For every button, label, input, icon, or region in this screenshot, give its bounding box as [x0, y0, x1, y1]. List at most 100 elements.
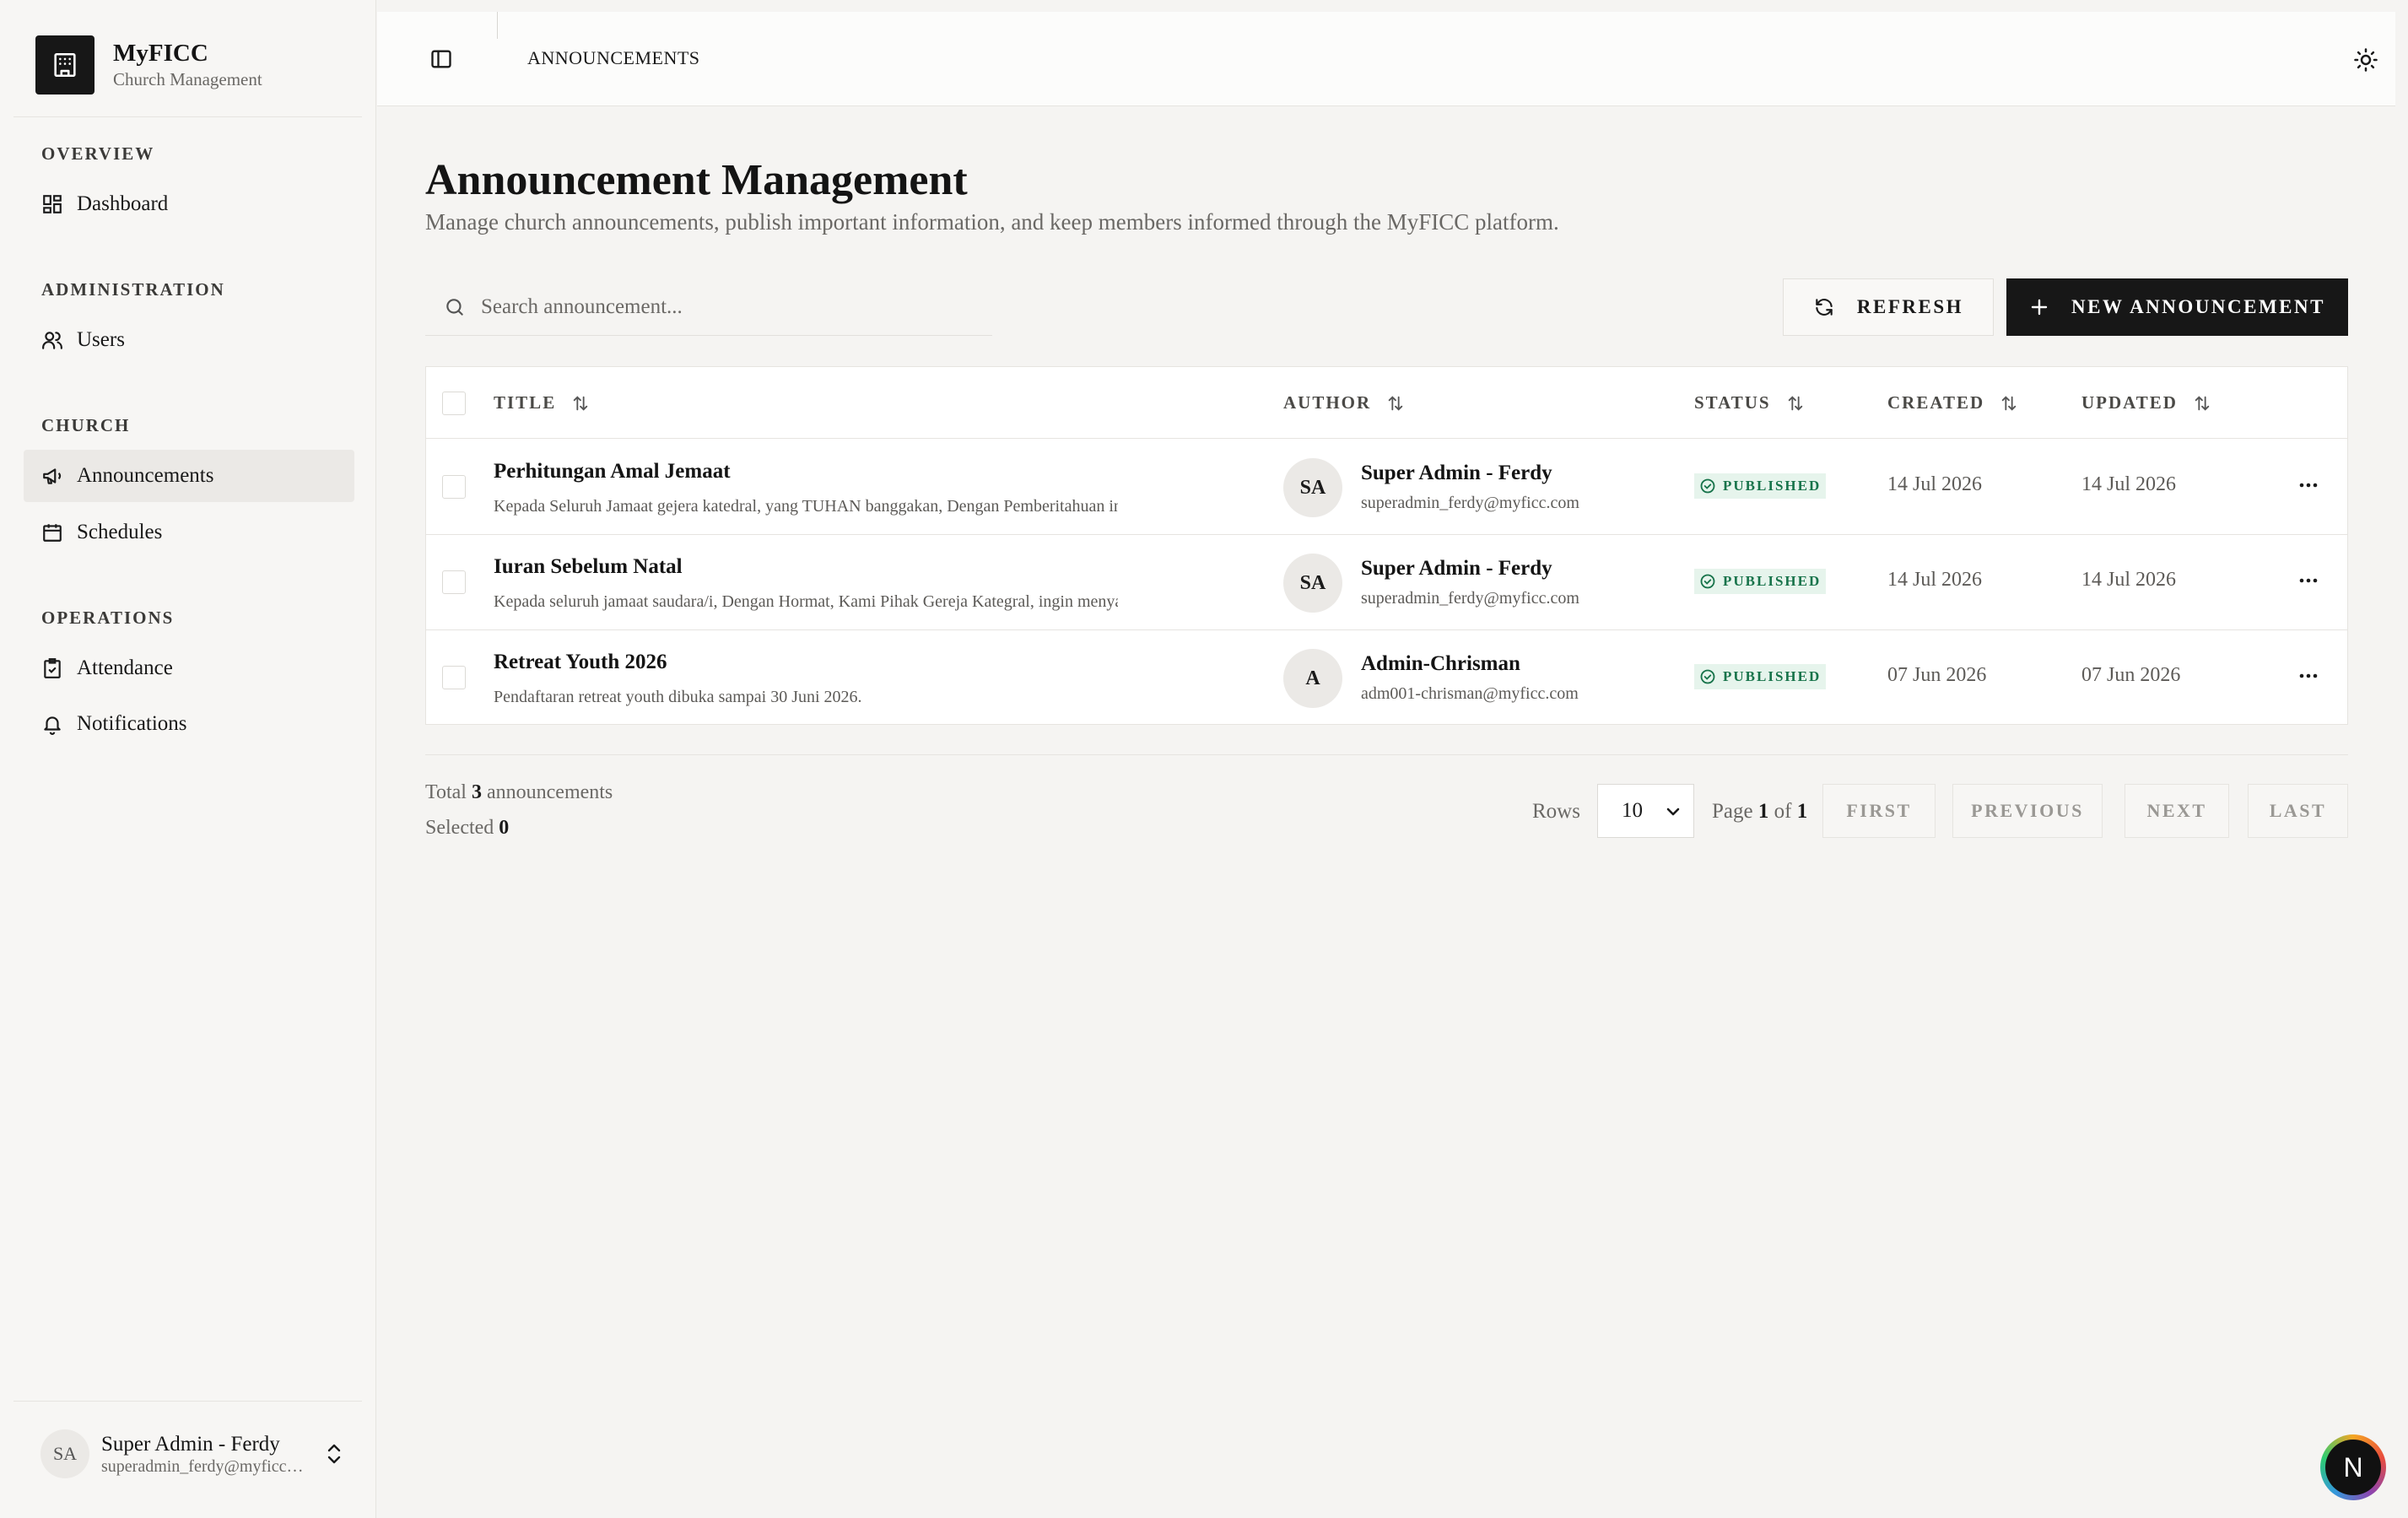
more-horizontal-icon [2299, 483, 2318, 488]
calendar-icon [43, 524, 62, 542]
announcement-description: Kepada Seluruh Jamaat gejera katedral, y… [494, 497, 1118, 516]
column-header-author[interactable]: AUTHOR [1283, 392, 1405, 413]
page-current: 1 [1757, 800, 1769, 823]
created-date: 07 Jun 2026 [1887, 664, 1987, 686]
section-label-overview: OVERVIEW [41, 143, 155, 164]
announcements-table: TITLE AUTHOR STATUS CREATED UPDATED Perh… [425, 366, 2348, 725]
next-page-button[interactable]: NEXT [2125, 784, 2229, 838]
theme-toggle-icon[interactable] [2353, 47, 2378, 73]
page-indicator: Page 1 of 1 [1712, 800, 1807, 824]
breadcrumb: ANNOUNCEMENTS [527, 47, 700, 68]
brand-subtitle: Church Management [113, 69, 262, 89]
author-email: superadmin_ferdy@myficc.com [1361, 589, 1579, 608]
column-header-status[interactable]: STATUS [1694, 392, 1805, 413]
divider [497, 12, 498, 39]
search-icon [446, 298, 463, 316]
sidebar-toggle-icon[interactable] [429, 47, 453, 71]
avatar: SA [1283, 458, 1342, 517]
selected-count: Selected 0 [425, 817, 509, 840]
chevron-down-icon [1666, 808, 1680, 816]
column-label: STATUS [1694, 392, 1771, 413]
total-suffix: announcements [486, 781, 613, 803]
sidebar-item-announcements[interactable]: Announcements [24, 450, 354, 502]
new-announcement-label: NEW ANNOUNCEMENT [2071, 296, 2325, 317]
page-subtitle: Manage church announcements, publish imp… [425, 209, 1559, 235]
updated-date: 07 Jun 2026 [2081, 664, 2181, 686]
search-input[interactable] [481, 294, 970, 319]
updated-date: 14 Jul 2026 [2081, 569, 2177, 591]
rows-per-page-value: 10 [1622, 799, 1643, 822]
refresh-button[interactable]: REFRESH [1783, 278, 1994, 336]
status-badge: PUBLISHED [1694, 664, 1827, 689]
column-label: CREATED [1887, 392, 1985, 413]
building-icon [35, 35, 94, 95]
author-name: Super Admin - Ferdy [1361, 557, 1552, 580]
author-email: superadmin_ferdy@myficc.com [1361, 494, 1579, 512]
last-page-button[interactable]: LAST [2248, 784, 2348, 838]
announcement-description: Pendaftaran retreat youth dibuka sampai … [494, 688, 862, 706]
avatar: A [1283, 649, 1342, 708]
status-badge: PUBLISHED [1694, 473, 1827, 499]
author-name: Super Admin - Ferdy [1361, 462, 1552, 484]
user-email: superadmin_ferdy@myficc.com [101, 1456, 304, 1476]
rows-per-page-select[interactable]: 10 [1597, 784, 1694, 838]
search-box[interactable] [425, 278, 992, 336]
section-label-administration: ADMINISTRATION [41, 279, 225, 300]
page-of: of [1774, 800, 1792, 823]
page-title: Announcement Management [425, 156, 968, 204]
column-header-updated[interactable]: UPDATED [2081, 392, 2211, 413]
user-name: Super Admin - Ferdy [101, 1432, 280, 1456]
brand[interactable]: MyFICC Church Management [35, 35, 262, 95]
row-actions-button[interactable] [2293, 470, 2324, 500]
sidebar-item-attendance[interactable]: Attendance [24, 642, 354, 694]
chevron-up-down-icon[interactable] [324, 1441, 344, 1467]
column-header-created[interactable]: CREATED [1887, 392, 2018, 413]
row-actions-button[interactable] [2293, 661, 2324, 691]
table-row[interactable]: Iuran Sebelum Natal Kepada seluruh jamaa… [426, 535, 2347, 630]
check-circle-icon [1700, 478, 1715, 494]
total-number: 3 [471, 781, 482, 803]
announcement-title[interactable]: Perhitungan Amal Jemaat [494, 460, 731, 483]
previous-page-button[interactable]: PREVIOUS [1952, 784, 2103, 838]
sidebar-item-users[interactable]: Users [24, 314, 354, 366]
announcement-description: Kepada seluruh jamaat saudara/i, Dengan … [494, 592, 1118, 611]
assistant-button[interactable]: N [2320, 1434, 2386, 1500]
section-label-operations: OPERATIONS [41, 608, 175, 628]
users-icon [42, 332, 62, 349]
author-name: Admin-Chrisman [1361, 652, 1520, 675]
new-announcement-button[interactable]: NEW ANNOUNCEMENT [2006, 278, 2348, 336]
first-page-button[interactable]: FIRST [1822, 784, 1936, 838]
sidebar-item-label: Notifications [77, 712, 187, 735]
sidebar-item-dashboard[interactable]: Dashboard [24, 178, 354, 230]
row-checkbox[interactable] [442, 666, 466, 689]
sidebar: MyFICC Church Management OVERVIEW Dashbo… [0, 0, 376, 1518]
column-header-title[interactable]: TITLE [494, 392, 590, 413]
column-label: UPDATED [2081, 392, 2178, 413]
announcement-title[interactable]: Retreat Youth 2026 [494, 651, 667, 674]
sort-icon [2195, 395, 2210, 411]
sidebar-item-label: Schedules [77, 521, 163, 543]
sidebar-item-notifications[interactable]: Notifications [24, 698, 354, 750]
select-all-checkbox[interactable] [442, 392, 466, 415]
total-prefix: Total [425, 781, 467, 803]
row-actions-button[interactable] [2293, 565, 2324, 596]
page-prefix: Page [1712, 800, 1753, 823]
dashboard-icon [43, 195, 62, 213]
user-menu[interactable]: SA Super Admin - Ferdy superadmin_ferdy@… [40, 1429, 344, 1478]
sidebar-item-label: Attendance [77, 656, 173, 679]
sidebar-item-schedules[interactable]: Schedules [24, 506, 354, 559]
divider [13, 116, 362, 117]
more-horizontal-icon [2299, 673, 2318, 678]
sidebar-item-label: Dashboard [77, 192, 169, 215]
avatar: SA [1283, 554, 1342, 613]
row-checkbox[interactable] [442, 475, 466, 499]
sort-icon [1388, 395, 1403, 411]
table-row[interactable]: Retreat Youth 2026 Pendaftaran retreat y… [426, 630, 2347, 726]
table-row[interactable]: Perhitungan Amal Jemaat Kepada Seluruh J… [426, 440, 2347, 535]
megaphone-icon [43, 468, 62, 484]
sort-icon [573, 395, 588, 411]
announcement-title[interactable]: Iuran Sebelum Natal [494, 555, 683, 579]
column-label: TITLE [494, 392, 557, 413]
status-label: PUBLISHED [1723, 573, 1822, 589]
row-checkbox[interactable] [442, 570, 466, 594]
